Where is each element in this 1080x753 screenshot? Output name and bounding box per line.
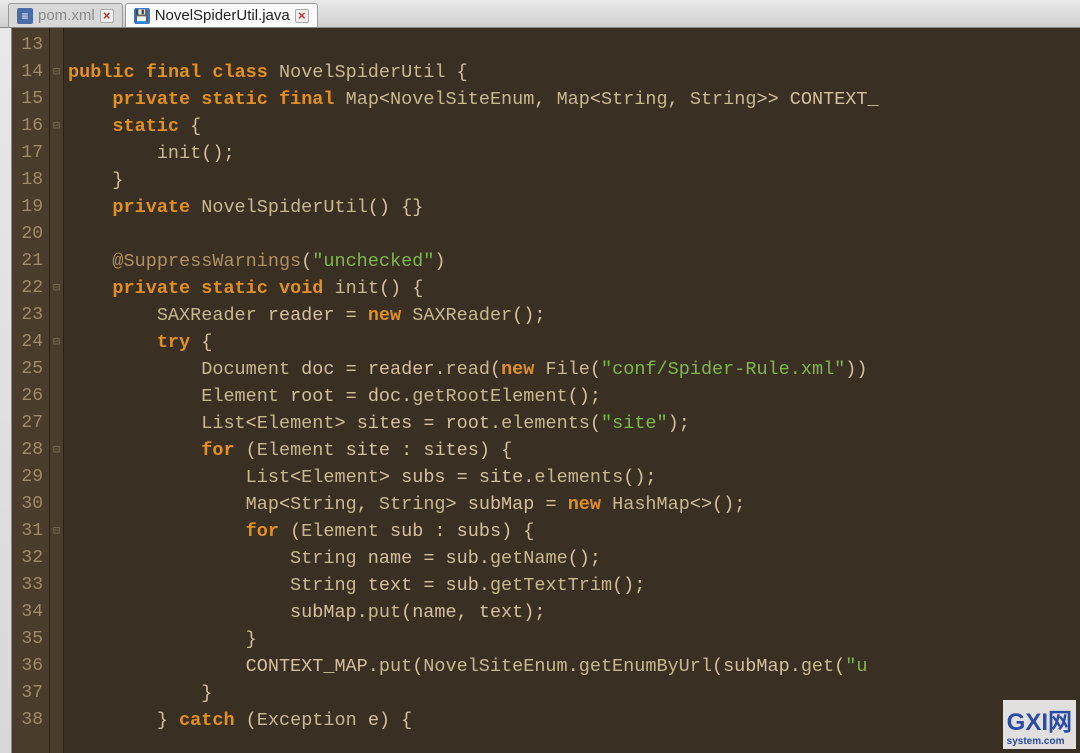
- fold-empty: [50, 464, 63, 491]
- tab-novelspiderutil-java[interactable]: 💾 NovelSpiderUtil.java ×: [125, 3, 318, 27]
- line-number: 28: [16, 437, 43, 464]
- fold-empty: [50, 545, 63, 572]
- fold-toggle-icon[interactable]: ⊟: [50, 329, 63, 356]
- code-line[interactable]: }: [68, 167, 1080, 194]
- line-number: 30: [16, 491, 43, 518]
- fold-empty: [50, 221, 63, 248]
- line-number: 37: [16, 680, 43, 707]
- close-icon[interactable]: ×: [295, 9, 309, 23]
- fold-empty: [50, 626, 63, 653]
- code-line[interactable]: Document doc = reader.read(new File("con…: [68, 356, 1080, 383]
- line-number: 20: [16, 221, 43, 248]
- fold-empty: [50, 707, 63, 734]
- tab-label: pom.xml: [38, 7, 95, 24]
- line-number: 23: [16, 302, 43, 329]
- line-number: 22: [16, 275, 43, 302]
- fold-toggle-icon[interactable]: ⊟: [50, 113, 63, 140]
- code-line[interactable]: }: [68, 626, 1080, 653]
- watermark-logo: GXI网 system.com: [1003, 700, 1076, 749]
- code-line[interactable]: private static final Map<NovelSiteEnum, …: [68, 86, 1080, 113]
- line-number: 36: [16, 653, 43, 680]
- line-number: 33: [16, 572, 43, 599]
- line-number: 18: [16, 167, 43, 194]
- line-number: 19: [16, 194, 43, 221]
- code-line[interactable]: private static void init() {: [68, 275, 1080, 302]
- code-line[interactable]: String text = sub.getTextTrim();: [68, 572, 1080, 599]
- code-line[interactable]: for (Element site : sites) {: [68, 437, 1080, 464]
- line-number: 21: [16, 248, 43, 275]
- line-number: 17: [16, 140, 43, 167]
- fold-toggle-icon[interactable]: ⊟: [50, 59, 63, 86]
- code-line[interactable]: public final class NovelSpiderUtil {: [68, 59, 1080, 86]
- code-line[interactable]: [68, 32, 1080, 59]
- fold-empty: [50, 140, 63, 167]
- code-line[interactable]: List<Element> subs = site.elements();: [68, 464, 1080, 491]
- line-number: 32: [16, 545, 43, 572]
- line-number: 24: [16, 329, 43, 356]
- line-number: 29: [16, 464, 43, 491]
- fold-empty: [50, 32, 63, 59]
- code-area[interactable]: public final class NovelSpiderUtil { pri…: [64, 28, 1080, 753]
- code-line[interactable]: subMap.put(name, text);: [68, 599, 1080, 626]
- code-line[interactable]: SAXReader reader = new SAXReader();: [68, 302, 1080, 329]
- code-line[interactable]: private NovelSpiderUtil() {}: [68, 194, 1080, 221]
- code-line[interactable]: init();: [68, 140, 1080, 167]
- line-number: 27: [16, 410, 43, 437]
- fold-empty: [50, 599, 63, 626]
- line-number: 14: [16, 59, 43, 86]
- fold-toggle-icon[interactable]: ⊟: [50, 518, 63, 545]
- fold-empty: [50, 572, 63, 599]
- code-line[interactable]: Map<String, String> subMap = new HashMap…: [68, 491, 1080, 518]
- line-number: 13: [16, 32, 43, 59]
- fold-empty: [50, 86, 63, 113]
- line-number: 15: [16, 86, 43, 113]
- fold-empty: [50, 302, 63, 329]
- line-number-gutter: 1314151617181920212223242526272829303132…: [12, 28, 50, 753]
- file-xml-icon: ≡: [17, 8, 33, 24]
- fold-toggle-icon[interactable]: ⊟: [50, 437, 63, 464]
- line-number: 31: [16, 518, 43, 545]
- line-number: 25: [16, 356, 43, 383]
- code-editor[interactable]: 1314151617181920212223242526272829303132…: [0, 28, 1080, 753]
- code-line[interactable]: try {: [68, 329, 1080, 356]
- line-number: 34: [16, 599, 43, 626]
- line-number: 16: [16, 113, 43, 140]
- code-line[interactable]: }: [68, 680, 1080, 707]
- code-line[interactable]: for (Element sub : subs) {: [68, 518, 1080, 545]
- tab-bar: ≡ pom.xml × 💾 NovelSpiderUtil.java ×: [0, 0, 1080, 28]
- fold-empty: [50, 491, 63, 518]
- code-line[interactable]: List<Element> sites = root.elements("sit…: [68, 410, 1080, 437]
- fold-empty: [50, 248, 63, 275]
- fold-toggle-icon[interactable]: ⊟: [50, 275, 63, 302]
- close-icon[interactable]: ×: [100, 9, 114, 23]
- code-line[interactable]: @SuppressWarnings("unchecked"): [68, 248, 1080, 275]
- fold-empty: [50, 167, 63, 194]
- fold-empty: [50, 194, 63, 221]
- fold-empty: [50, 356, 63, 383]
- fold-empty: [50, 680, 63, 707]
- file-java-icon: 💾: [134, 8, 150, 24]
- tab-label: NovelSpiderUtil.java: [155, 7, 290, 24]
- code-line[interactable]: [68, 221, 1080, 248]
- code-line[interactable]: Element root = doc.getRootElement();: [68, 383, 1080, 410]
- fold-empty: [50, 383, 63, 410]
- code-line[interactable]: static {: [68, 113, 1080, 140]
- fold-gutter: ⊟ ⊟ ⊟ ⊟ ⊟ ⊟: [50, 28, 64, 753]
- line-number: 35: [16, 626, 43, 653]
- fold-empty: [50, 653, 63, 680]
- left-gutter: [0, 28, 12, 753]
- fold-empty: [50, 410, 63, 437]
- code-line[interactable]: } catch (Exception e) {: [68, 707, 1080, 734]
- line-number: 26: [16, 383, 43, 410]
- line-number: 38: [16, 707, 43, 734]
- code-line[interactable]: CONTEXT_MAP.put(NovelSiteEnum.getEnumByU…: [68, 653, 1080, 680]
- code-line[interactable]: String name = sub.getName();: [68, 545, 1080, 572]
- tab-pom-xml[interactable]: ≡ pom.xml ×: [8, 3, 123, 27]
